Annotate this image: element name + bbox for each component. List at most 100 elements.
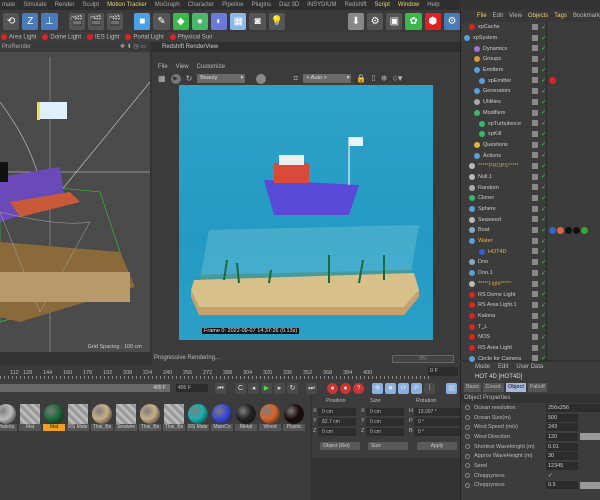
material-tag-icon[interactable] <box>581 227 588 235</box>
loop-icon[interactable]: C <box>235 383 246 394</box>
visibility-toggle[interactable] <box>532 248 538 255</box>
size-x-field[interactable]: 0 cm <box>366 408 404 416</box>
refresh-icon[interactable]: ↻ <box>186 74 193 83</box>
animate-keyframe-icon[interactable] <box>465 482 470 488</box>
visibility-toggle[interactable] <box>532 45 538 52</box>
menu-file[interactable]: File <box>158 62 168 72</box>
subdivision-icon[interactable]: ◆ <box>172 12 189 30</box>
object-name[interactable]: T_L <box>478 324 533 330</box>
menu-view[interactable]: View <box>176 62 189 72</box>
menu-pipeline[interactable]: Pipeline <box>222 2 243 8</box>
object-name[interactable]: Kalona <box>478 313 533 319</box>
material-tag-icon[interactable] <box>549 227 556 235</box>
object-name[interactable]: Dno.1 <box>478 270 533 276</box>
visibility-toggle[interactable] <box>532 184 538 191</box>
visibility-toggle[interactable] <box>532 109 538 116</box>
object-name[interactable]: RS Dome Light <box>478 292 533 298</box>
menu-plugins[interactable]: Plugins <box>251 2 271 8</box>
menu-character[interactable]: Character <box>188 2 214 8</box>
menu-render[interactable]: Render <box>55 2 75 8</box>
object-row-nos[interactable]: NOS ✓ <box>461 331 600 343</box>
object-name[interactable]: RS Area Light <box>478 345 533 351</box>
object-name[interactable]: Boat <box>478 227 533 233</box>
animate-keyframe-icon[interactable] <box>465 453 470 459</box>
menu-insydium[interactable]: INSYDIUM <box>307 2 336 8</box>
property-slider[interactable] <box>580 481 600 489</box>
object-name[interactable]: Actions <box>483 153 538 159</box>
object-name[interactable]: Water <box>478 238 533 244</box>
object-row-xpemitter[interactable]: xpEmitter ✓ <box>461 75 600 87</box>
position-z-field[interactable]: 0 cm <box>318 428 356 436</box>
position-x-field[interactable]: 0 cm <box>318 408 356 416</box>
object-row-cloner[interactable]: Cloner ✓ <box>461 193 600 204</box>
object-row-rs-dome-light[interactable]: RS Dome Light ✓ <box>461 289 600 300</box>
object-row-light[interactable]: *****Light***** ✓ <box>461 278 600 290</box>
object-name[interactable]: Generators <box>483 88 538 94</box>
object-row-groups[interactable]: Groups ✓ <box>461 54 600 65</box>
redshift-settings-icon[interactable]: ⚙ <box>443 12 461 30</box>
redshift-proxy-icon[interactable]: ⚙ <box>367 12 384 30</box>
object-row-null-1[interactable]: Null.1 ✓ <box>461 171 600 183</box>
rotation-h-field[interactable]: 13.007 ° <box>414 408 462 416</box>
visibility-toggle[interactable] <box>532 152 538 159</box>
rotation-b-field[interactable]: 0 ° <box>414 428 462 436</box>
3d-viewport[interactable]: ProRender ✥ ⬇ ◷ ▭ Grid Spacing : 100 cm <box>0 42 150 352</box>
object-row-rs-area-light-1[interactable]: RS Area Light.1 ✓ <box>461 299 600 311</box>
object-name[interactable]: Seaweed <box>478 217 533 223</box>
position-y-field[interactable]: 82.7 cm <box>318 418 356 426</box>
record-icon[interactable]: ● <box>327 383 338 394</box>
menu-help[interactable]: Help <box>427 2 439 8</box>
tab-falloff[interactable]: Falloff <box>527 383 547 392</box>
menu-edit[interactable]: Edit <box>498 362 508 372</box>
coordinate-system-icon[interactable]: ⊥ <box>41 12 58 30</box>
material-tag-icon[interactable] <box>565 227 572 235</box>
redshift-download-icon[interactable]: ⬇ <box>347 12 365 30</box>
visibility-toggle[interactable] <box>532 323 538 330</box>
light-button-physical-sun[interactable]: Physical Sun <box>169 33 212 40</box>
animate-keyframe-icon[interactable] <box>465 434 470 440</box>
object-row-questions[interactable]: Questions ✓ <box>461 139 600 151</box>
visibility-toggle[interactable] <box>532 195 538 201</box>
circle-icon[interactable]: ○▾ <box>392 73 402 84</box>
object-row-dynamics[interactable]: Dynamics ✓ <box>461 43 600 55</box>
object-row-dno-1[interactable]: Dno.1 ✓ <box>461 267 600 279</box>
rotate-key-icon[interactable]: ⟳ <box>398 383 409 394</box>
property-value-field[interactable]: 12345 <box>546 461 578 470</box>
object-row-props[interactable]: *****PROPS***** ✓ <box>461 160 600 172</box>
visibility-toggle[interactable] <box>532 205 538 212</box>
loop-forward-icon[interactable]: ↻ <box>287 383 298 394</box>
end-frame-field[interactable]: 405 F <box>176 384 208 392</box>
object-row-xpkill[interactable]: xpKill ✓ <box>461 128 600 140</box>
material-swatch-wood[interactable]: Wood <box>259 404 281 434</box>
animate-keyframe-icon[interactable] <box>465 463 470 469</box>
object-row-modifiers[interactable]: Modifiers ✓ <box>461 107 600 119</box>
visibility-toggle[interactable] <box>532 227 538 234</box>
object-name[interactable]: Dynamics <box>483 46 538 52</box>
property-value-field[interactable]: 0.01 <box>546 442 578 451</box>
object-row-water[interactable]: Water ✓ <box>461 235 600 247</box>
menu-script[interactable]: Script <box>375 2 390 8</box>
object-row-xpcache[interactable]: xpCache ✓ <box>461 22 600 33</box>
keyframe-help-icon[interactable]: ? <box>353 383 364 394</box>
size-y-field[interactable]: 0 cm <box>366 418 404 426</box>
visibility-toggle[interactable] <box>532 291 538 298</box>
object-name[interactable]: Circle for Camera <box>478 356 533 362</box>
z-axis-icon[interactable]: Z <box>22 12 39 30</box>
object-name[interactable]: xpCache <box>478 24 533 30</box>
material-swatch-materia[interactable]: Materia <box>0 404 17 434</box>
object-name[interactable]: Groups <box>483 56 538 62</box>
choppyness-checkbox[interactable]: ✓ <box>546 472 578 480</box>
visibility-toggle[interactable] <box>532 66 538 73</box>
animate-keyframe-icon[interactable] <box>465 424 470 430</box>
animate-keyframe-icon[interactable] <box>465 473 470 479</box>
object-name[interactable]: Dno <box>478 259 533 265</box>
go-to-end-icon[interactable]: ⏭ <box>306 383 317 394</box>
visibility-toggle[interactable] <box>532 162 538 169</box>
tab-object[interactable]: Object <box>505 383 526 392</box>
object-name[interactable]: Questions <box>483 142 538 148</box>
prev-frame-icon[interactable]: ◂ <box>248 383 259 394</box>
material-swatch-mainco[interactable]: MainCo <box>211 404 233 434</box>
viewport-nav-icons[interactable]: ✥ ⬇ ◷ ▭ <box>120 42 146 52</box>
property-value-field[interactable]: 500 <box>546 413 578 422</box>
material-swatch-thai-be[interactable]: Thai_Be <box>163 404 185 434</box>
